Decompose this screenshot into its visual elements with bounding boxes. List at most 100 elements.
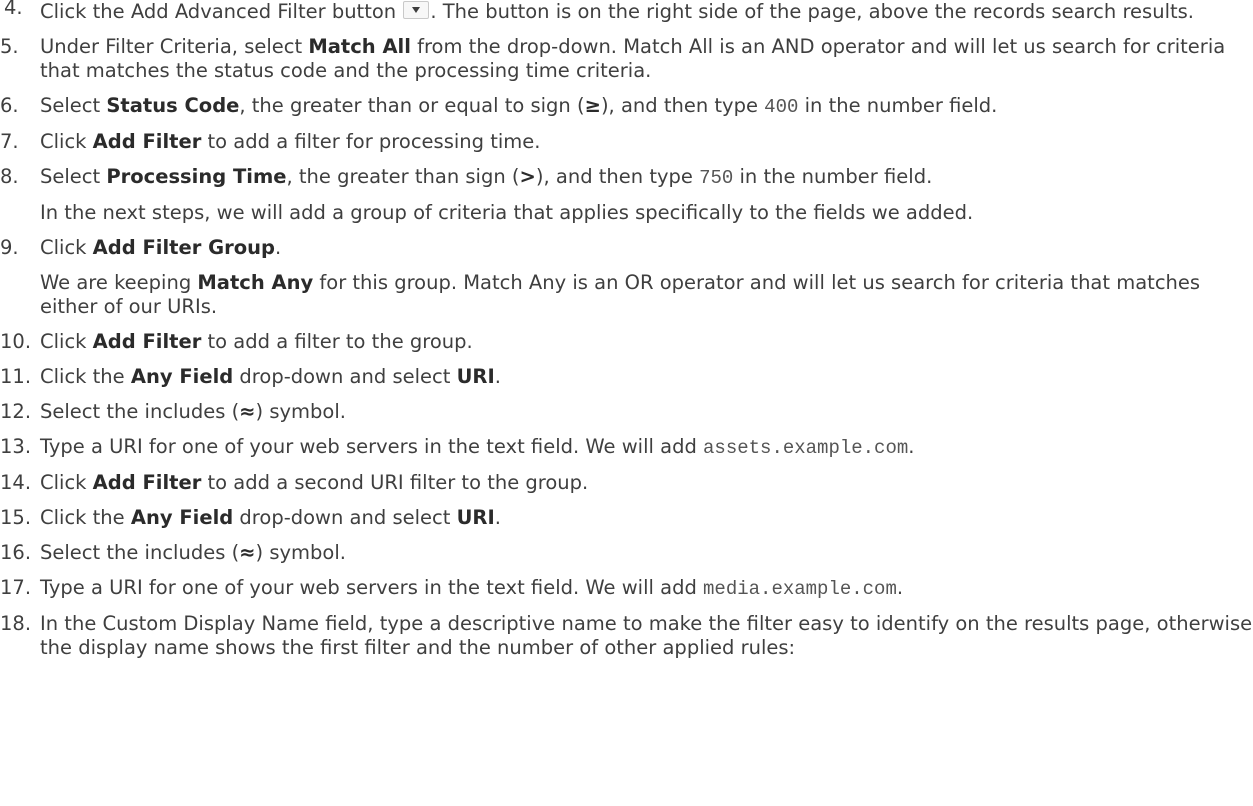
step-item: 12. Select the includes (≈) symbol.: [0, 400, 1253, 424]
text-run: Select the includes (: [40, 400, 240, 423]
text-run: Select the includes (: [40, 541, 240, 564]
ui-term: Match All: [308, 35, 411, 58]
ui-term: Processing Time: [106, 165, 287, 188]
text-run: . The button is on the right side of the…: [430, 0, 1194, 23]
text-run: Type a URI for one of your web servers i…: [40, 576, 704, 599]
step-text: In the Custom Display Name field, type a…: [40, 612, 1253, 660]
ui-term: Any Field: [130, 506, 234, 529]
code-value: media.example.com: [703, 578, 897, 600]
ui-term: URI: [456, 365, 495, 388]
step-item: 14. Click Add Filter to add a second URI …: [0, 471, 1253, 495]
ui-term: >: [519, 165, 536, 188]
text-run: In the Custom Display Name field, type a…: [40, 612, 1253, 659]
code-value: 750: [699, 167, 734, 189]
text-run: ), and then type: [600, 94, 765, 117]
text-run: .: [896, 576, 904, 599]
step-item: 6. Select Status Code, the greater than o…: [0, 94, 1253, 119]
step-number: 5.: [0, 35, 19, 58]
step-text: Click the Any Field drop-down and select…: [40, 506, 1253, 530]
text-run: Select: [40, 165, 107, 188]
step-number: 15.: [0, 506, 32, 529]
step-item: 4. Click the Add Advanced Filter button .…: [0, 0, 1253, 24]
step-text: Type a URI for one of your web servers i…: [40, 576, 1253, 601]
code-value: assets.example.com: [703, 437, 909, 459]
text-run: drop-down and select: [233, 506, 457, 529]
step-item: 16. Select the includes (≈) symbol.: [0, 541, 1253, 565]
text-run: Click: [40, 330, 93, 353]
text-run: Click the Add Advanced Filter button: [40, 0, 403, 23]
text-run: Click: [40, 471, 93, 494]
text-run: ) symbol.: [255, 541, 346, 564]
text-run: .: [494, 506, 501, 529]
text-run: .: [274, 236, 282, 259]
step-item: 17. Type a URI for one of your web server…: [0, 576, 1253, 601]
text-run: Select: [40, 94, 107, 117]
text-run: to add a filter to the group.: [201, 330, 473, 353]
step-text: Click Add Filter to add a filter to the …: [40, 330, 1253, 354]
text-run: , the greater than sign (: [286, 165, 520, 188]
step-text: Type a URI for one of your web servers i…: [40, 435, 1253, 460]
step-note: In the next steps, we will add a group o…: [40, 201, 1253, 225]
step-number: 11.: [0, 365, 32, 388]
step-note: We are keeping Match Any for this group.…: [40, 271, 1253, 319]
step-text: Select Status Code, the greater than or …: [40, 94, 1253, 119]
step-number: 17.: [0, 576, 32, 599]
text-run: Click the: [40, 506, 131, 529]
step-number: 6.: [0, 94, 19, 117]
step-number: 16.: [0, 541, 32, 564]
text-run: We are keeping: [40, 271, 198, 294]
step-item: 15. Click the Any Field drop-down and sel…: [0, 506, 1253, 530]
text-run: Click: [40, 236, 93, 259]
ui-term: Match Any: [197, 271, 314, 294]
step-text: Under Filter Criteria, select Match All …: [40, 35, 1253, 83]
step-text: Select the includes (≈) symbol.: [40, 400, 1253, 424]
step-item: 8. Select Processing Time, the greater th…: [0, 165, 1253, 225]
text-run: to add a filter for processing time.: [201, 130, 541, 153]
ui-term: ≈: [239, 400, 256, 423]
ui-term: ≥: [584, 94, 601, 117]
filter-icon: [403, 1, 430, 19]
text-run: to add a second URI filter to the group.: [201, 471, 589, 494]
step-item: 10. Click Add Filter to add a filter to t…: [0, 330, 1253, 354]
step-number: 4.: [4, 0, 23, 19]
text-run: in the number field.: [733, 165, 933, 188]
step-item: 18. In the Custom Display Name field, typ…: [0, 612, 1253, 660]
step-text: Click Add Filter to add a second URI fil…: [40, 471, 1253, 495]
text-run: In the next steps, we will add a group o…: [40, 201, 974, 224]
step-number: 10.: [0, 330, 32, 353]
step-item: 9. Click Add Filter Group. We are keeping …: [0, 236, 1253, 319]
step-number: 12.: [0, 400, 32, 423]
step-text: Select the includes (≈) symbol.: [40, 541, 1253, 565]
text-run: ) symbol.: [255, 400, 346, 423]
step-item: 7. Click Add Filter to add a filter for p…: [0, 130, 1253, 154]
code-value: 400: [764, 96, 799, 118]
ui-term: Status Code: [106, 94, 240, 117]
text-run: Type a URI for one of your web servers i…: [40, 435, 704, 458]
step-item: 5. Under Filter Criteria, select Match Al…: [0, 35, 1253, 83]
instruction-steps-list: 4. Click the Add Advanced Filter button .…: [0, 0, 1253, 671]
text-run: .: [494, 365, 501, 388]
ui-term: Any Field: [130, 365, 234, 388]
text-run: Click the: [40, 365, 131, 388]
ui-term: ≈: [239, 541, 256, 564]
text-run: , the greater than or equal to sign (: [239, 94, 585, 117]
ui-term: URI: [456, 506, 495, 529]
step-number: 7.: [0, 130, 19, 153]
step-number: 14.: [0, 471, 32, 494]
text-run: Under Filter Criteria, select: [40, 35, 309, 58]
step-number: 13.: [0, 435, 32, 458]
text-run: Click: [40, 130, 93, 153]
text-run: drop-down and select: [233, 365, 457, 388]
ui-term: Add Filter: [92, 130, 202, 153]
step-text: Click the Add Advanced Filter button . T…: [40, 0, 1253, 24]
step-number: 18.: [0, 612, 32, 635]
step-text: Click Add Filter Group.: [40, 236, 1253, 260]
step-item: 11. Click the Any Field drop-down and sel…: [0, 365, 1253, 389]
step-text: Click the Any Field drop-down and select…: [40, 365, 1253, 389]
step-text: Click Add Filter to add a filter for pro…: [40, 130, 1253, 154]
step-number: 9.: [0, 236, 19, 259]
ui-term: Add Filter: [92, 330, 202, 353]
step-item: 13. Type a URI for one of your web server…: [0, 435, 1253, 460]
step-number: 8.: [0, 165, 19, 188]
text-run: in the number field.: [798, 94, 998, 117]
